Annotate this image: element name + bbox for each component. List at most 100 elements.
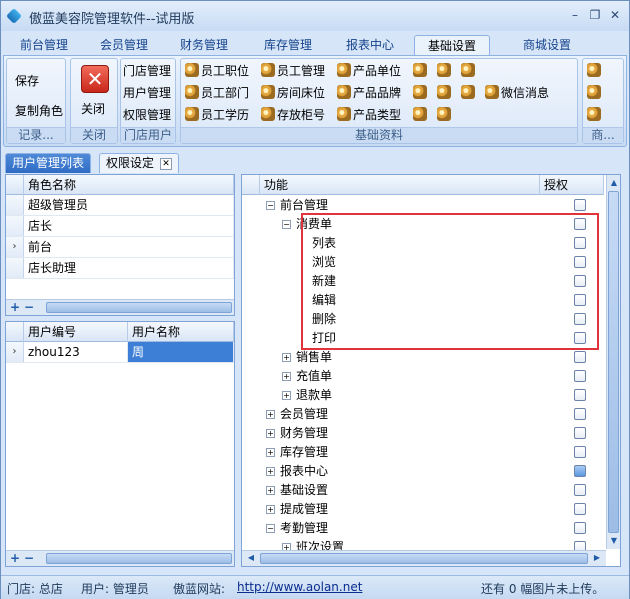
add-role-button[interactable]: + xyxy=(8,301,22,314)
tree-row[interactable]: 新建 xyxy=(242,272,602,291)
tree-row[interactable]: 编辑 xyxy=(242,291,602,310)
close-tab-icon[interactable]: ✕ xyxy=(160,158,173,170)
role-grid-scrollbar[interactable]: + − xyxy=(6,299,234,315)
collapse-icon[interactable]: − xyxy=(282,220,291,229)
expand-icon[interactable]: + xyxy=(282,353,291,362)
tree-row[interactable]: + 提成管理 xyxy=(242,500,602,519)
save-button[interactable]: 保存 xyxy=(15,71,39,91)
table-row[interactable]: 店长 xyxy=(6,216,234,237)
tab-inventory[interactable]: 库存管理 xyxy=(253,35,323,55)
staff-manage-button[interactable]: 员工管理 xyxy=(261,61,325,81)
mall-button-3[interactable] xyxy=(587,105,603,125)
tab-member[interactable]: 会员管理 xyxy=(89,35,159,55)
function-header[interactable]: 功能 xyxy=(260,175,540,195)
store-manage-button[interactable]: 门店管理 xyxy=(123,61,171,81)
tree-vertical-scrollbar[interactable]: ▲ ▼ xyxy=(606,175,620,549)
auth-checkbox[interactable] xyxy=(574,465,586,477)
remove-user-button[interactable]: − xyxy=(22,552,36,565)
auth-checkbox[interactable] xyxy=(574,389,586,401)
blank-button-1[interactable] xyxy=(413,61,429,81)
mall-button-1[interactable] xyxy=(587,61,603,81)
blank-button-2[interactable] xyxy=(437,61,453,81)
user-name-header[interactable]: 用户名称 xyxy=(128,322,234,342)
auth-checkbox[interactable] xyxy=(574,484,586,496)
scroll-down-icon[interactable]: ▼ xyxy=(607,535,621,548)
close-button[interactable]: 关闭 xyxy=(81,99,105,119)
staff-department-button[interactable]: 员工部门 xyxy=(185,83,249,103)
auth-checkbox[interactable] xyxy=(574,522,586,534)
tab-mall-settings[interactable]: 商城设置 xyxy=(509,35,585,55)
tab-reports[interactable]: 报表中心 xyxy=(335,35,405,55)
staff-education-button[interactable]: 员工学历 xyxy=(185,105,249,125)
remove-role-button[interactable]: − xyxy=(22,301,36,314)
staff-position-button[interactable]: 员工职位 xyxy=(185,61,249,81)
auth-checkbox[interactable] xyxy=(574,427,586,439)
scroll-thumb[interactable] xyxy=(46,553,232,564)
auth-checkbox[interactable] xyxy=(574,294,586,306)
expand-icon[interactable]: + xyxy=(282,391,291,400)
mall-button-2[interactable] xyxy=(587,83,603,103)
auth-checkbox[interactable] xyxy=(574,199,586,211)
site-link[interactable]: http://www.aolan.net xyxy=(237,580,362,594)
user-grid-scrollbar[interactable]: + − xyxy=(6,550,234,566)
tab-basic-settings[interactable]: 基础设置 xyxy=(414,35,490,55)
wechat-message-button[interactable]: 微信消息 xyxy=(485,83,549,103)
permission-manage-button[interactable]: 权限管理 xyxy=(123,105,171,125)
copy-role-button[interactable]: 复制角色 xyxy=(15,101,63,121)
auth-checkbox[interactable] xyxy=(574,332,586,344)
tree-row[interactable]: + 基础设置 xyxy=(242,481,602,500)
close-window-button[interactable]: ✕ xyxy=(607,7,623,23)
expand-icon[interactable]: + xyxy=(266,429,275,438)
expand-icon[interactable]: + xyxy=(282,372,291,381)
auth-checkbox[interactable] xyxy=(574,503,586,515)
tab-finance[interactable]: 财务管理 xyxy=(169,35,239,55)
auth-checkbox[interactable] xyxy=(574,275,586,287)
collapse-icon[interactable]: − xyxy=(266,524,275,533)
auth-checkbox[interactable] xyxy=(574,237,586,249)
add-user-button[interactable]: + xyxy=(8,552,22,565)
tree-row[interactable]: + 库存管理 xyxy=(242,443,602,462)
scroll-up-icon[interactable]: ▲ xyxy=(607,177,621,190)
tree-row[interactable]: 列表 xyxy=(242,234,602,253)
blank-button-8[interactable] xyxy=(437,105,453,125)
tree-row[interactable]: − 消费单 xyxy=(242,215,602,234)
user-manage-button[interactable]: 用户管理 xyxy=(123,83,171,103)
tree-row[interactable]: + 财务管理 xyxy=(242,424,602,443)
product-brand-button[interactable]: 产品品牌 xyxy=(337,83,401,103)
minimize-button[interactable]: – xyxy=(567,7,583,23)
auth-checkbox[interactable] xyxy=(574,256,586,268)
auth-checkbox[interactable] xyxy=(574,370,586,382)
room-bed-button[interactable]: 房间床位 xyxy=(261,83,325,103)
tree-row[interactable]: + 充值单 xyxy=(242,367,602,386)
tree-row[interactable]: 浏览 xyxy=(242,253,602,272)
tree-row[interactable]: + 报表中心 xyxy=(242,462,602,481)
collapse-icon[interactable]: − xyxy=(266,201,275,210)
scroll-thumb[interactable] xyxy=(608,191,619,533)
auth-checkbox[interactable] xyxy=(574,313,586,325)
tree-row[interactable]: − 前台管理 xyxy=(242,196,602,215)
table-row[interactable]: 超级管理员 xyxy=(6,195,234,216)
tab-front-desk[interactable]: 前台管理 xyxy=(9,35,79,55)
table-row[interactable]: 店长助理 xyxy=(6,258,234,279)
product-type-button[interactable]: 产品类型 xyxy=(337,105,401,125)
expand-icon[interactable]: + xyxy=(266,410,275,419)
tab-user-list[interactable]: 用户管理列表 xyxy=(5,153,92,173)
tree-row[interactable]: 删除 xyxy=(242,310,602,329)
blank-button-5[interactable] xyxy=(437,83,453,103)
expand-icon[interactable]: + xyxy=(266,467,275,476)
restore-button[interactable]: ❐ xyxy=(587,7,603,23)
tree-row[interactable]: 打印 xyxy=(242,329,602,348)
expand-icon[interactable]: + xyxy=(266,448,275,457)
blank-button-3[interactable] xyxy=(461,61,477,81)
auth-checkbox[interactable] xyxy=(574,408,586,420)
scroll-left-icon[interactable]: ◀ xyxy=(244,552,258,565)
scroll-thumb[interactable] xyxy=(260,553,588,564)
expand-icon[interactable]: + xyxy=(266,486,275,495)
role-name-header[interactable]: 角色名称 xyxy=(24,175,234,195)
scroll-thumb[interactable] xyxy=(46,302,232,313)
tree-row[interactable]: − 考勤管理 xyxy=(242,519,602,538)
close-x-icon[interactable]: ✕ xyxy=(81,65,109,93)
user-code-header[interactable]: 用户编号 xyxy=(24,322,128,342)
tree-row[interactable]: + 退款单 xyxy=(242,386,602,405)
blank-button-6[interactable] xyxy=(461,83,477,103)
